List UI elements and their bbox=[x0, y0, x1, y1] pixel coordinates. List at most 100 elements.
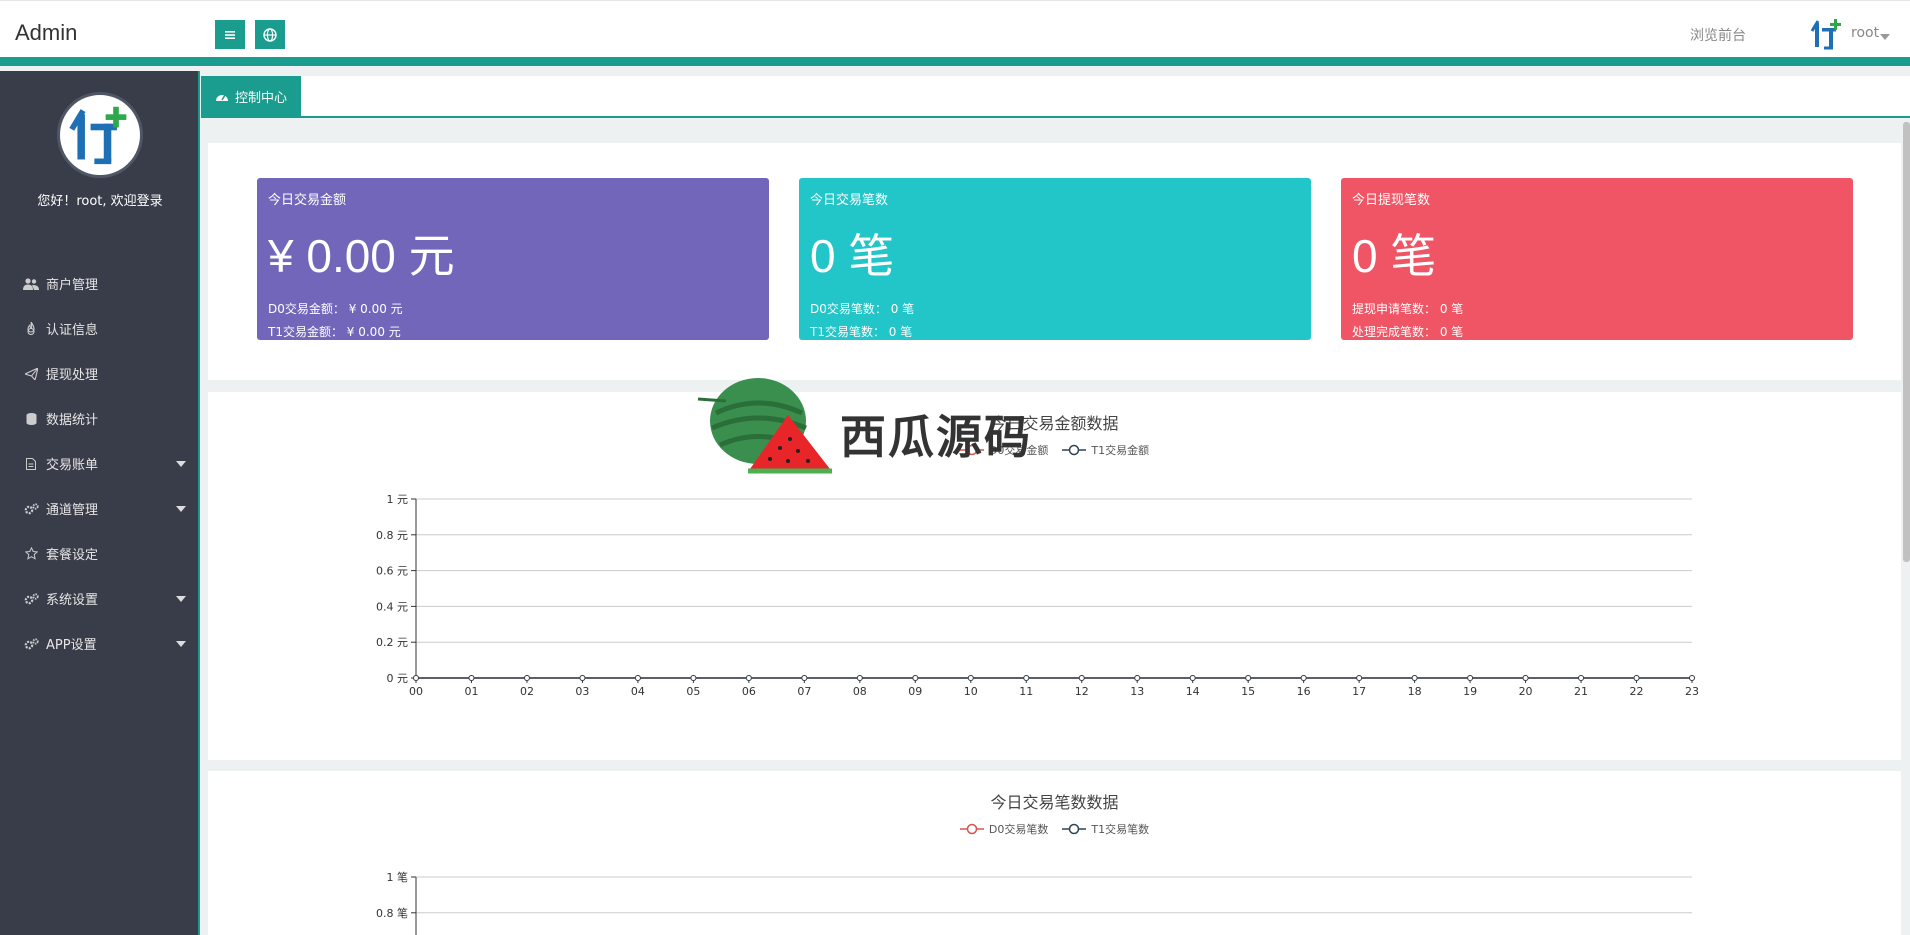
database-icon bbox=[22, 412, 40, 426]
hamburger-icon bbox=[225, 30, 235, 39]
star-icon bbox=[22, 547, 40, 561]
sidebar-menu: 商户管理 认证信息 提现处理 数据统计 交易账单 通道管理 套餐设定 系统设置 … bbox=[0, 261, 198, 666]
data-point bbox=[1023, 675, 1030, 681]
stat-card-amount: 今日交易金额 ¥ 0.00 元 D0交易金额： ¥ 0.00 元 T1交易金额：… bbox=[257, 178, 769, 340]
brand-logo-icon bbox=[69, 106, 127, 165]
x-tick-label: 01 bbox=[464, 685, 478, 698]
chevron-down-icon bbox=[176, 506, 186, 512]
data-point bbox=[745, 675, 752, 681]
x-tick-label: 08 bbox=[853, 685, 867, 698]
scrollbar[interactable] bbox=[1903, 122, 1910, 562]
y-tick-label: 0.8 元 bbox=[376, 529, 408, 542]
sidebar-item-label: 系统设置 bbox=[46, 593, 99, 608]
file-icon bbox=[22, 457, 40, 471]
dashboard-icon bbox=[215, 94, 228, 101]
chevron-down-icon bbox=[176, 596, 186, 602]
stat-detail: D0交易笔数： 0 笔 bbox=[810, 302, 915, 316]
watermark: 西瓜源码 bbox=[697, 373, 1058, 478]
gears-icon bbox=[22, 592, 40, 606]
users-icon bbox=[22, 277, 40, 291]
data-point bbox=[967, 675, 974, 681]
menu-toggle-button[interactable] bbox=[215, 20, 245, 49]
x-tick-label: 10 bbox=[964, 685, 978, 698]
chart-count-panel: 今日交易笔数数据 D0交易笔数 T1交易笔数 0.8 笔1 笔 bbox=[208, 771, 1901, 935]
x-tick-label: 23 bbox=[1685, 685, 1699, 698]
chevron-down-icon[interactable] bbox=[1880, 34, 1890, 40]
sidebar-item-app-settings[interactable]: APP设置 bbox=[0, 621, 198, 666]
x-tick-label: 09 bbox=[908, 685, 922, 698]
x-tick-label: 07 bbox=[797, 685, 811, 698]
x-tick-label: 19 bbox=[1463, 685, 1477, 698]
x-tick-label: 03 bbox=[575, 685, 589, 698]
user-name[interactable]: root bbox=[1851, 25, 1879, 41]
count-line-chart: 0.8 笔 1 笔 bbox=[376, 870, 1692, 935]
stat-title: 今日交易笔数 bbox=[810, 193, 889, 208]
y-tick-label: 1 笔 bbox=[387, 870, 409, 884]
stat-detail: D0交易金额： ¥ 0.00 元 bbox=[268, 302, 403, 316]
x-tick-label: 04 bbox=[631, 685, 645, 698]
sidebar-item-label: 套餐设定 bbox=[46, 548, 99, 563]
data-point bbox=[690, 675, 697, 681]
sidebar-item-packages[interactable]: 套餐设定 bbox=[0, 531, 198, 576]
x-tick-label: 13 bbox=[1130, 685, 1144, 698]
top-bar: Admin 浏览前台 root bbox=[0, 0, 1910, 66]
tab-label: 控制中心 bbox=[234, 90, 287, 106]
data-point bbox=[1689, 675, 1695, 681]
stat-value: 0 笔 bbox=[810, 230, 895, 282]
data-point bbox=[468, 675, 475, 681]
data-point bbox=[1356, 675, 1363, 681]
avatar bbox=[57, 92, 143, 178]
sidebar-item-channels[interactable]: 通道管理 bbox=[0, 486, 198, 531]
data-point bbox=[1078, 675, 1085, 681]
chevron-down-icon bbox=[176, 461, 186, 467]
welcome-text: 您好！root, 欢迎登录 bbox=[37, 194, 163, 209]
front-site-link[interactable]: 浏览前台 bbox=[1690, 25, 1746, 45]
globe-icon bbox=[263, 27, 277, 42]
data-point bbox=[1189, 675, 1196, 681]
x-tick-label: 21 bbox=[1574, 685, 1588, 698]
sidebar-item-label: 数据统计 bbox=[46, 413, 99, 428]
chevron-down-icon bbox=[176, 641, 186, 647]
y-tick-label: 0.2 元 bbox=[376, 636, 408, 649]
data-point bbox=[1300, 675, 1307, 681]
y-tick-label: 0 元 bbox=[387, 672, 409, 685]
x-tick-label: 18 bbox=[1408, 685, 1422, 698]
gears-icon bbox=[22, 637, 40, 651]
brand-title: Admin bbox=[15, 20, 78, 45]
sidebar-item-transactions[interactable]: 交易账单 bbox=[0, 441, 198, 486]
user-logo-icon[interactable] bbox=[1810, 17, 1844, 51]
watermark-text: 西瓜源码 bbox=[840, 410, 1032, 464]
x-tick-label: 06 bbox=[742, 685, 756, 698]
data-point bbox=[801, 675, 808, 681]
data-point bbox=[1522, 675, 1529, 681]
fire-icon bbox=[22, 322, 40, 336]
stats-panel: 今日交易金额 ¥ 0.00 元 D0交易金额： ¥ 0.00 元 T1交易金额：… bbox=[208, 143, 1901, 380]
stat-detail: T1交易笔数： 0 笔 bbox=[810, 325, 913, 339]
sidebar-item-verification[interactable]: 认证信息 bbox=[0, 306, 198, 351]
tab-bar: 控制中心 bbox=[201, 76, 1910, 118]
stat-detail: T1交易金额： ¥ 0.00 元 bbox=[268, 325, 401, 339]
x-tick-label: 16 bbox=[1297, 685, 1311, 698]
stat-card-withdrawals: 今日提现笔数 0 笔 提现申请笔数： 0 笔 处理完成笔数： 0 笔 bbox=[1341, 178, 1853, 340]
send-icon bbox=[22, 367, 40, 381]
data-point bbox=[1411, 675, 1418, 681]
globe-button[interactable] bbox=[255, 20, 285, 49]
sidebar-item-merchants[interactable]: 商户管理 bbox=[0, 261, 198, 306]
x-tick-label: 12 bbox=[1075, 685, 1089, 698]
x-tick-label: 22 bbox=[1630, 685, 1644, 698]
sidebar-item-label: APP设置 bbox=[46, 638, 97, 653]
x-tick-label: 02 bbox=[520, 685, 534, 698]
x-tick-label: 14 bbox=[1186, 685, 1200, 698]
sidebar-item-statistics[interactable]: 数据统计 bbox=[0, 396, 198, 441]
x-tick-label: 17 bbox=[1352, 685, 1366, 698]
y-tick-label: 0.6 元 bbox=[376, 565, 408, 578]
sidebar-item-system-settings[interactable]: 系统设置 bbox=[0, 576, 198, 621]
tab-dashboard[interactable]: 控制中心 bbox=[201, 76, 301, 116]
data-point bbox=[413, 675, 419, 681]
sidebar-item-withdrawals[interactable]: 提现处理 bbox=[0, 351, 198, 396]
stat-card-count: 今日交易笔数 0 笔 D0交易笔数： 0 笔 T1交易笔数： 0 笔 bbox=[799, 178, 1311, 340]
x-tick-label: 11 bbox=[1019, 685, 1033, 698]
gears-icon bbox=[22, 502, 40, 516]
watermelon-icon bbox=[697, 378, 832, 474]
data-point bbox=[856, 675, 863, 681]
